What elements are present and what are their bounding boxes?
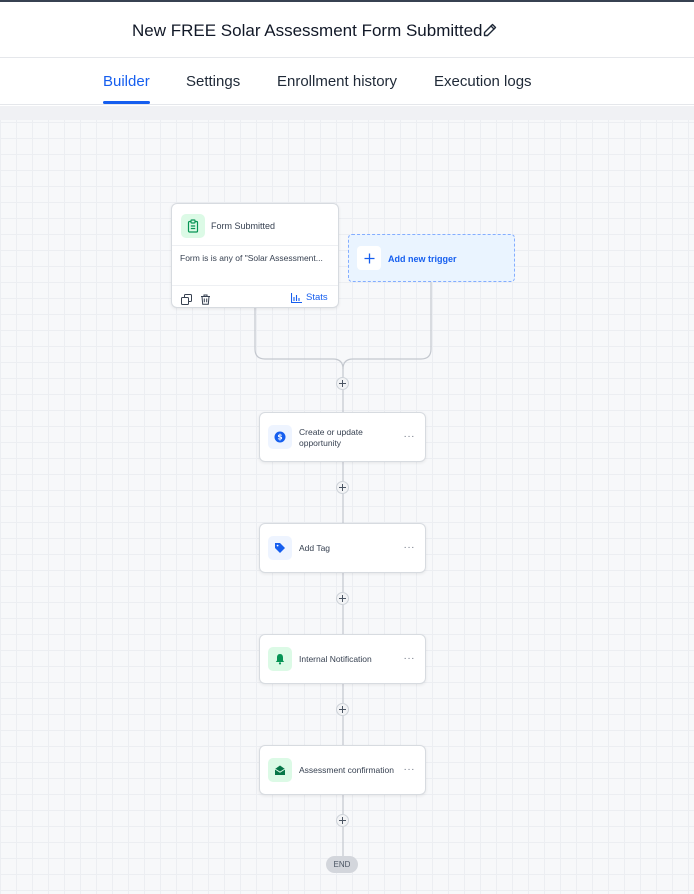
- add-step-plus-icon[interactable]: [336, 703, 349, 716]
- action-label: Add Tag: [299, 543, 331, 553]
- tag-icon: [268, 536, 292, 560]
- trigger-title: Form Submitted: [211, 221, 276, 231]
- tab-builder[interactable]: Builder: [103, 73, 150, 90]
- action-card-opportunity[interactable]: $ Create or update opportunity ···: [259, 412, 426, 462]
- tab-enrollment-history[interactable]: Enrollment history: [277, 73, 397, 90]
- trigger-card-form-submitted[interactable]: Form Submitted Form is is any of "Solar …: [171, 203, 339, 308]
- end-badge: END: [326, 856, 358, 873]
- action-card-internal-notification[interactable]: Internal Notification ···: [259, 634, 426, 684]
- workflow-canvas[interactable]: Form Submitted Form is is any of "Solar …: [0, 106, 694, 894]
- more-options-icon[interactable]: ···: [404, 542, 416, 553]
- action-card-add-tag[interactable]: Add Tag ···: [259, 523, 426, 573]
- svg-text:$: $: [277, 433, 282, 442]
- trash-icon[interactable]: [200, 292, 212, 305]
- mail-open-icon: [268, 758, 292, 782]
- more-options-icon[interactable]: ···: [404, 431, 416, 442]
- clipboard-icon: [181, 214, 205, 238]
- bell-icon: [268, 647, 292, 671]
- action-label: Assessment confirmation: [299, 765, 394, 775]
- add-step-plus-icon[interactable]: [336, 377, 349, 390]
- add-step-plus-icon[interactable]: [336, 592, 349, 605]
- plus-icon: [357, 246, 381, 270]
- trigger-footer: Stats: [172, 285, 338, 309]
- stats-label: Stats: [306, 292, 328, 303]
- tab-bar: Builder Settings Enrollment history Exec…: [0, 58, 694, 105]
- add-step-plus-icon[interactable]: [336, 814, 349, 827]
- more-options-icon[interactable]: ···: [404, 653, 416, 664]
- bar-chart-icon: [291, 292, 302, 303]
- copy-icon[interactable]: [181, 292, 193, 305]
- add-step-plus-icon[interactable]: [336, 481, 349, 494]
- trigger-description: Form is is any of "Solar Assessment...: [180, 253, 323, 263]
- workflow-title: New FREE Solar Assessment Form Submitted: [132, 21, 483, 40]
- stats-button[interactable]: Stats: [291, 292, 328, 303]
- action-label: Create or update opportunity: [299, 427, 363, 448]
- workflow-header: New FREE Solar Assessment Form Submitted: [0, 2, 694, 58]
- action-label: Internal Notification: [299, 654, 372, 664]
- pencil-icon[interactable]: [480, 20, 500, 40]
- action-card-assessment-confirmation[interactable]: Assessment confirmation ···: [259, 745, 426, 795]
- tab-execution-logs[interactable]: Execution logs: [434, 73, 532, 90]
- trigger-header: Form Submitted: [172, 204, 338, 246]
- more-options-icon[interactable]: ···: [404, 764, 416, 775]
- add-new-trigger-button[interactable]: Add new trigger: [348, 234, 515, 282]
- tab-settings[interactable]: Settings: [186, 73, 240, 90]
- active-tab-indicator: [103, 101, 150, 104]
- add-trigger-label: Add new trigger: [388, 254, 457, 264]
- dollar-icon: $: [268, 425, 292, 449]
